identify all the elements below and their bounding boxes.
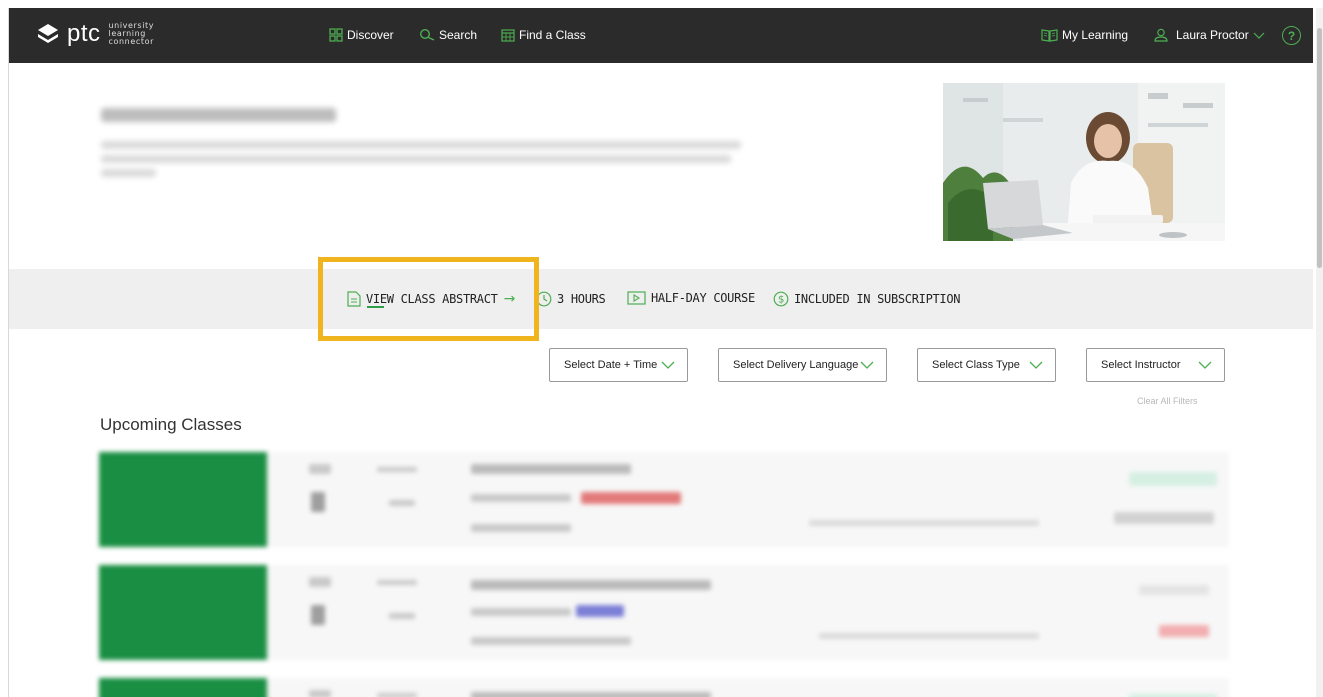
dollar-icon: $ <box>773 291 789 307</box>
svg-text:$: $ <box>778 295 784 306</box>
user-icon <box>1154 28 1168 42</box>
chevron-down-icon <box>1029 361 1043 369</box>
class-row[interactable] <box>99 678 1229 697</box>
chevron-down-icon <box>860 361 874 369</box>
class-row[interactable] <box>99 565 1229 660</box>
video-icon <box>627 291 646 305</box>
course-description-blurred <box>101 169 156 177</box>
woman-laptop-image <box>943 83 1225 241</box>
class-date-badge <box>99 565 267 660</box>
duration-label: 3 HOURS <box>557 292 606 306</box>
highlight-box <box>318 257 539 341</box>
chevron-down-icon <box>1253 32 1265 39</box>
nav-discover-label: Discover <box>347 28 394 42</box>
date-time-select[interactable]: Select Date + Time <box>549 348 688 382</box>
course-hero-image <box>943 83 1225 241</box>
instructor-select-label: Select Instructor <box>1101 359 1181 371</box>
course-length-label: HALF-DAY COURSE <box>651 291 755 305</box>
book-icon <box>1041 29 1058 42</box>
nav-my-learning[interactable]: My Learning <box>1041 28 1128 42</box>
user-name: Laura Proctor <box>1176 28 1249 42</box>
calendar-icon <box>501 29 515 42</box>
chevron-down-icon <box>1198 361 1212 369</box>
nav-find-class-label: Find a Class <box>519 28 586 42</box>
delivery-language-select[interactable]: Select Delivery Language <box>718 348 887 382</box>
nav-search-label: Search <box>439 28 478 42</box>
nav-search[interactable]: Search <box>419 28 477 42</box>
upcoming-classes-heading: Upcoming Classes <box>100 415 242 434</box>
nav-my-learning-label: My Learning <box>1062 28 1129 42</box>
nav-find-class[interactable]: Find a Class <box>501 28 586 42</box>
top-nav: ptc university learning connector Discov… <box>9 8 1313 63</box>
class-type-select[interactable]: Select Class Type <box>917 348 1056 382</box>
class-row[interactable] <box>99 452 1229 547</box>
course-title-blurred <box>101 108 336 122</box>
course-hero <box>9 63 1313 269</box>
subscription-label: INCLUDED IN SUBSCRIPTION <box>794 292 961 306</box>
grid-icon <box>329 28 343 42</box>
date-time-select-label: Select Date + Time <box>564 359 658 371</box>
help-icon[interactable]: ? <box>1282 26 1301 45</box>
search-icon <box>419 28 435 41</box>
scrollbar-thumb[interactable] <box>1317 28 1322 268</box>
course-description-blurred <box>101 141 741 149</box>
page-frame: ptc university learning connector Discov… <box>8 8 1313 697</box>
page-scrollbar[interactable] <box>1316 8 1323 697</box>
duration-info: 3 HOURS <box>536 291 606 307</box>
logo-subtitle: university learning connector <box>108 21 155 46</box>
logo-text: ptc <box>67 20 101 47</box>
course-description-blurred <box>101 155 731 163</box>
user-menu[interactable]: Laura Proctor <box>1153 28 1269 42</box>
ptc-logo-icon <box>38 24 58 43</box>
subscription-info: $ INCLUDED IN SUBSCRIPTION <box>773 291 961 307</box>
ptc-logo[interactable]: ptc university learning connector <box>37 22 154 46</box>
course-length-info: HALF-DAY COURSE <box>627 291 755 305</box>
clear-all-filters-link[interactable]: Clear All Filters <box>1137 396 1198 406</box>
class-type-select-label: Select Class Type <box>932 359 1020 371</box>
class-date-badge <box>99 452 267 547</box>
chevron-down-icon <box>661 361 675 369</box>
instructor-select[interactable]: Select Instructor <box>1086 348 1225 382</box>
class-date-badge <box>99 678 267 697</box>
nav-discover[interactable]: Discover <box>329 28 394 42</box>
delivery-language-select-label: Select Delivery Language <box>733 359 859 371</box>
